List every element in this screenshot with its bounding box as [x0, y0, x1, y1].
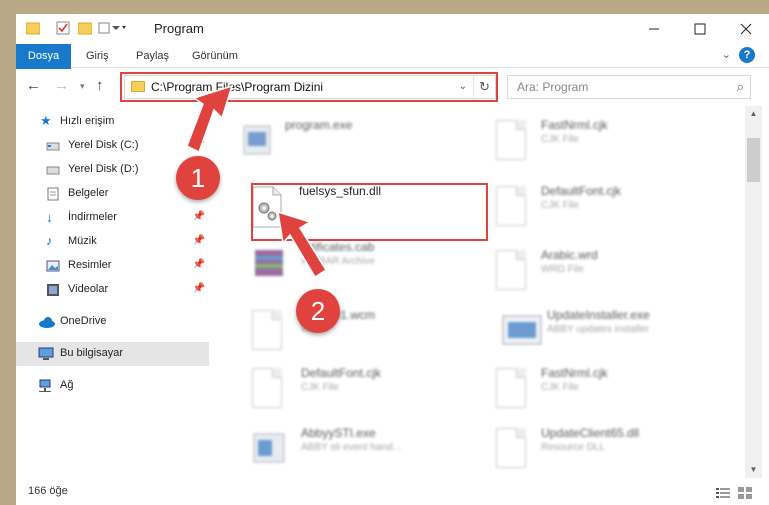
- annotation-arrows: [186, 84, 328, 279]
- arrow-1: [186, 84, 234, 154]
- step-1-badge: 1: [176, 156, 220, 200]
- arrow-2: [277, 210, 328, 279]
- step-2-badge: 2: [296, 289, 340, 333]
